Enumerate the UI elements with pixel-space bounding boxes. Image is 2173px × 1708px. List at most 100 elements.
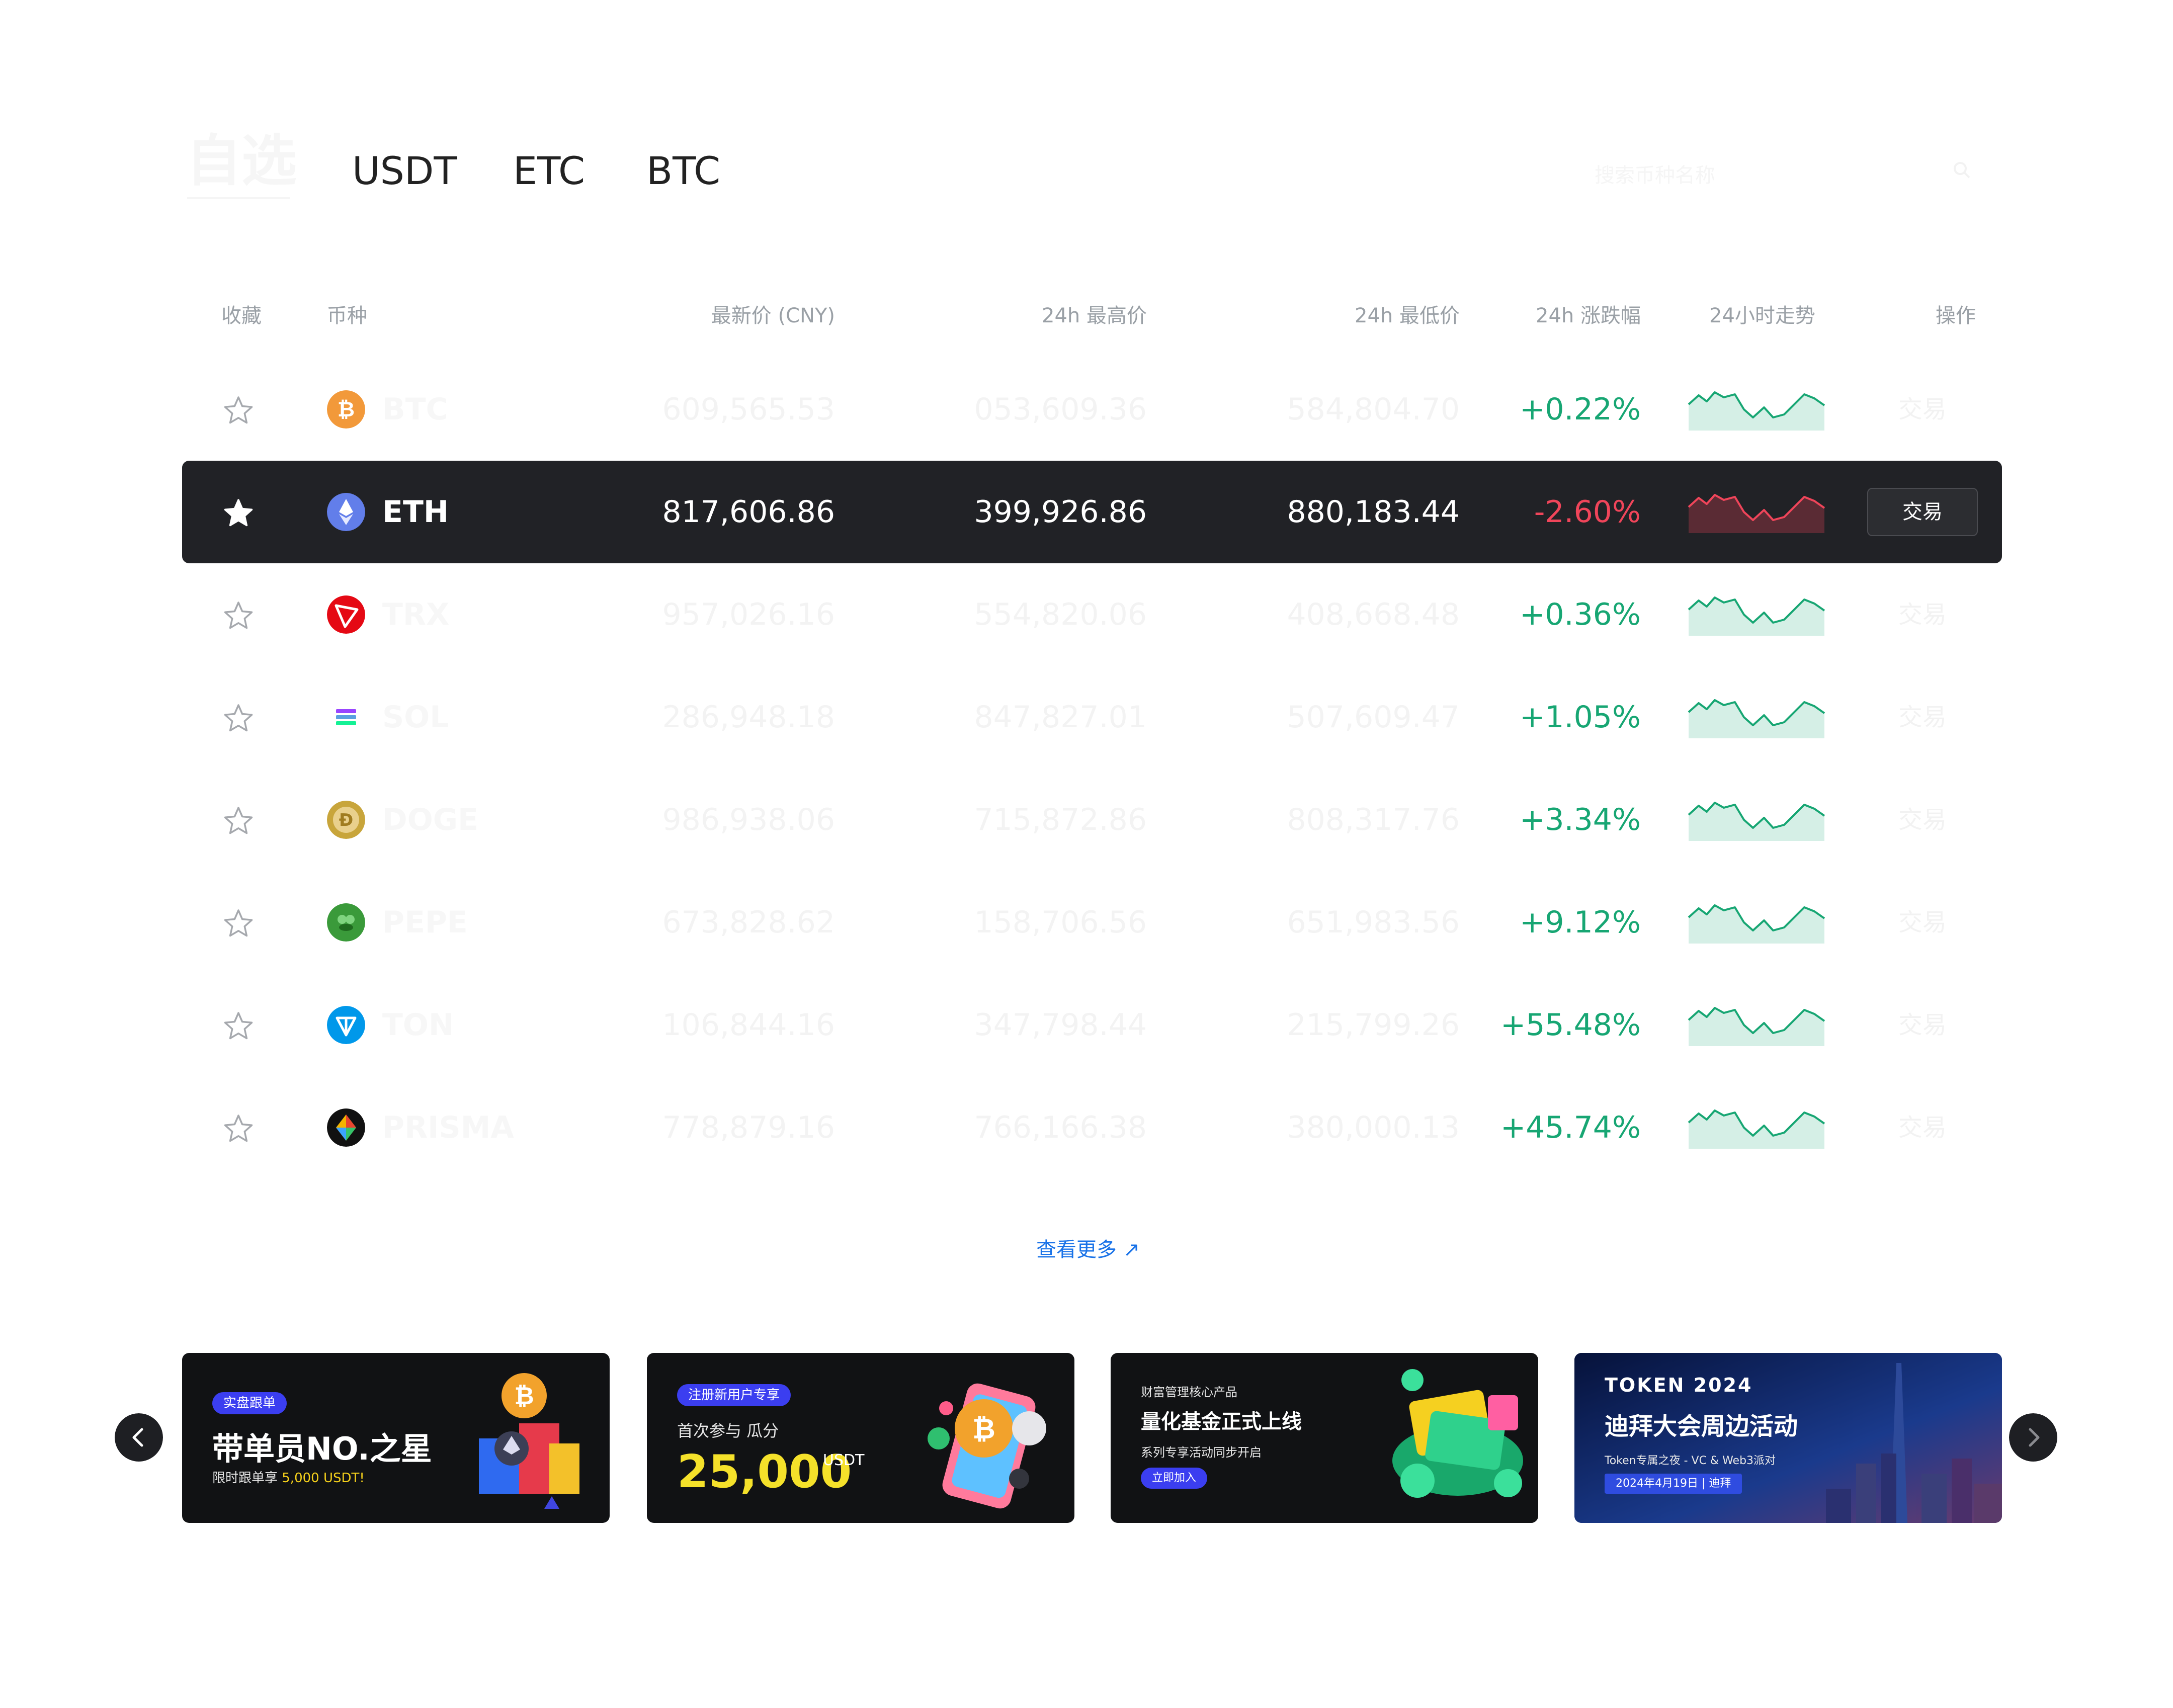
trend-sparkline <box>1688 596 1825 636</box>
carousel-next-button[interactable] <box>2009 1413 2057 1462</box>
trade-link[interactable]: 交易 <box>1867 596 1978 633</box>
trx-coin-icon <box>327 595 365 634</box>
24h-low: 880,183.44 <box>1287 494 1460 530</box>
fund-illustration <box>1392 1369 1523 1498</box>
pepe-coin-icon <box>327 903 365 942</box>
coin-symbol: TON <box>382 1007 454 1043</box>
latest-price: 609,565.53 <box>662 392 835 427</box>
header-coin: 币种 <box>327 304 367 327</box>
banner-copy-trading[interactable]: 实盘跟单 带单员NO.之星 限时跟单享 5,000 USDT! ₿ <box>182 1353 610 1523</box>
trend-sparkline <box>1688 802 1825 841</box>
favorite-star-icon[interactable] <box>222 1113 255 1145</box>
svg-text:₿: ₿ <box>514 1382 534 1410</box>
favorite-star-icon[interactable] <box>222 1010 255 1042</box>
header-24h-trend: 24小时走势 <box>1709 304 1815 327</box>
24h-high: 766,166.38 <box>974 1110 1147 1145</box>
favorite-star-icon[interactable] <box>222 497 255 529</box>
tab-favorites[interactable]: 自选 <box>186 133 297 189</box>
tab-btc[interactable]: BTC <box>646 146 720 196</box>
24h-change: +3.34% <box>1520 802 1641 837</box>
trade-link[interactable]: 交易 <box>1867 391 1978 428</box>
trend-sparkline <box>1688 494 1825 533</box>
tab-etc[interactable]: ETC <box>513 146 585 196</box>
banner-title: 带单员NO.之星 <box>212 1430 432 1467</box>
24h-change: +55.48% <box>1500 1007 1641 1043</box>
24h-change: +1.05% <box>1520 700 1641 735</box>
favorite-star-icon[interactable] <box>222 907 255 940</box>
24h-low: 507,609.47 <box>1287 700 1460 735</box>
banner-token2049[interactable]: TOKEN 2024 迪拜大会周边活动 Token专属之夜 - VC & Web… <box>1574 1353 2002 1523</box>
latest-price: 673,828.62 <box>662 905 835 940</box>
24h-high: 347,798.44 <box>974 1007 1147 1043</box>
table-row[interactable]: SOL 286,948.18 847,827.01 507,609.47 +1.… <box>182 666 2002 768</box>
table-row[interactable]: PRISMA 778,879.16 766,166.38 380,000.13 … <box>182 1076 2002 1179</box>
coin-symbol: TRX <box>382 597 450 632</box>
trade-button[interactable]: 交易 <box>1867 488 1978 536</box>
trade-link[interactable]: 交易 <box>1867 904 1978 941</box>
join-now-button[interactable]: 立即加入 <box>1141 1468 1208 1489</box>
banner-brand: TOKEN 2024 <box>1605 1374 1753 1396</box>
btc-coin-icon: ₿ <box>327 390 365 429</box>
24h-high: 715,872.86 <box>974 802 1147 837</box>
24h-high: 158,706.56 <box>974 905 1147 940</box>
latest-price: 986,938.06 <box>662 802 835 837</box>
trade-link[interactable]: 交易 <box>1867 1109 1978 1146</box>
24h-change: +0.22% <box>1520 392 1641 427</box>
coin-symbol: BTC <box>382 392 448 427</box>
coin-symbol: SOL <box>382 700 449 735</box>
table-row[interactable]: TRX 957,026.16 554,820.06 408,668.48 +0.… <box>182 563 2002 666</box>
sol-coin-icon <box>327 698 365 736</box>
svg-text:₿: ₿ <box>338 397 355 421</box>
latest-price: 957,026.16 <box>662 597 835 632</box>
header-24h-low: 24h 最低价 <box>1355 304 1460 327</box>
favorite-star-icon[interactable] <box>222 805 255 837</box>
banner-tag: 实盘跟单 <box>212 1392 287 1414</box>
carousel-prev-button[interactable] <box>115 1413 163 1462</box>
banner-new-user[interactable]: 注册新用户专享 首次参与 瓜分 25,000 USDT ₿ <box>647 1353 1074 1523</box>
favorite-star-icon[interactable] <box>222 394 255 426</box>
view-more-link[interactable]: 查看更多 ↗ <box>1036 1235 1140 1265</box>
24h-change: +0.36% <box>1520 597 1641 632</box>
banner-line: 首次参与 瓜分 <box>677 1421 779 1440</box>
banner-tag: 注册新用户专享 <box>677 1384 791 1406</box>
latest-price: 778,879.16 <box>662 1110 835 1145</box>
banner-subtitle: Token专属之夜 - VC & Web3派对 <box>1605 1455 1776 1467</box>
trade-link[interactable]: 交易 <box>1867 1007 1978 1043</box>
trade-link[interactable]: 交易 <box>1867 699 1978 735</box>
24h-low: 380,000.13 <box>1287 1110 1460 1145</box>
24h-low: 651,983.56 <box>1287 905 1460 940</box>
table-row[interactable]: PEPE 673,828.62 158,706.56 651,983.56 +9… <box>182 871 2002 974</box>
24h-low: 584,804.70 <box>1287 392 1460 427</box>
tab-favorites-underline <box>187 197 290 199</box>
banner-title: 量化基金正式上线 <box>1141 1410 1302 1433</box>
table-row[interactable]: TON 106,844.16 347,798.44 215,799.26 +55… <box>182 974 2002 1076</box>
coin-symbol: ETH <box>382 494 449 530</box>
banner-date: 2024年4月19日 | 迪拜 <box>1605 1474 1742 1494</box>
search-icon[interactable] <box>1952 160 1972 180</box>
banner-unit: USDT <box>823 1451 865 1469</box>
header-latest-price: 最新价 (CNY) <box>711 304 835 327</box>
header-24h-change: 24h 涨跌幅 <box>1536 304 1641 327</box>
banner-subtitle: 限时跟单享 5,000 USDT! <box>212 1471 365 1486</box>
table-row[interactable]: ₿ BTC 609,565.53 053,609.36 584,804.70 +… <box>182 358 2002 461</box>
trend-sparkline <box>1688 1109 1825 1149</box>
24h-low: 808,317.76 <box>1287 802 1460 837</box>
coin-symbol: DOGE <box>382 802 479 837</box>
trend-sparkline <box>1688 1007 1825 1046</box>
search-placeholder: 搜索币种名称 <box>1595 164 1715 187</box>
prisma-coin-icon <box>327 1108 365 1147</box>
doge-coin-icon: Ð <box>327 801 365 839</box>
favorite-star-icon[interactable] <box>222 600 255 632</box>
table-row[interactable]: ETH 817,606.86 399,926.86 880,183.44 -2.… <box>182 461 2002 563</box>
coin-symbol: PRISMA <box>382 1110 514 1145</box>
banner-quant-fund[interactable]: 财富管理核心产品 量化基金正式上线 系列专享活动同步开启 立即加入 <box>1111 1353 1538 1523</box>
trend-sparkline <box>1688 391 1825 431</box>
ton-coin-icon <box>327 1006 365 1044</box>
trade-link[interactable]: 交易 <box>1867 802 1978 838</box>
favorite-star-icon[interactable] <box>222 702 255 734</box>
tab-usdt[interactable]: USDT <box>352 146 457 196</box>
eth-coin-icon <box>327 493 365 531</box>
table-row[interactable]: Ð DOGE 986,938.06 715,872.86 808,317.76 … <box>182 768 2002 871</box>
banner-title: 迪拜大会周边活动 <box>1605 1412 1798 1440</box>
trend-sparkline <box>1688 904 1825 944</box>
